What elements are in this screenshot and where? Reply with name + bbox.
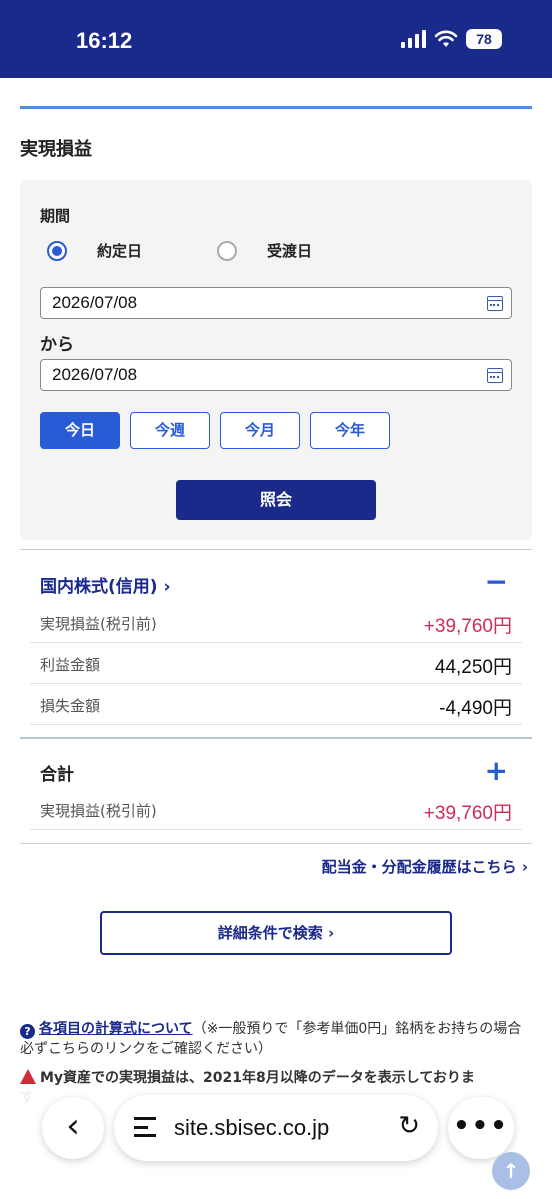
from-date-input[interactable]: 2026/07/08 (40, 287, 512, 319)
scroll-to-top-button[interactable]: ↑ (492, 1152, 530, 1190)
page-title: 実現損益 (20, 139, 92, 160)
status-icons: 78 (401, 29, 502, 49)
divider (20, 843, 532, 844)
table-row: 損失金額 -4,490円 (30, 685, 522, 725)
today-button[interactable]: 今日 (40, 412, 120, 449)
browser-toolbar: ‹ site.sbisec.co.jp ↻ ••• (0, 1085, 552, 1199)
wifi-icon (434, 30, 458, 47)
detail-search-button[interactable]: 詳細条件で検索 › (100, 911, 452, 955)
top-divider (20, 106, 532, 109)
status-time: 16:12 (76, 28, 133, 53)
row-label: 実現損益(税引前) (40, 802, 157, 820)
row-value: +39,760円 (423, 803, 512, 824)
reload-icon[interactable]: ↻ (398, 1111, 420, 1141)
this-month-button[interactable]: 今月 (220, 412, 300, 449)
more-button[interactable]: ••• (448, 1097, 514, 1159)
dividend-history-link[interactable]: 配当金・分配金履歴はこちら › (322, 856, 528, 877)
from-label: から (40, 335, 74, 355)
row-label: 利益金額 (40, 656, 101, 674)
to-date-value: 2026/07/08 (52, 365, 138, 384)
row-label: 実現損益(税引前) (40, 615, 157, 633)
from-date-value: 2026/07/08 (52, 293, 138, 312)
formula-note: ? 各項目の計算式について（※一般預りで「参考単価0円」銘柄をお持ちの場合必ずこち… (20, 1019, 532, 1059)
divider (20, 549, 532, 550)
warning-note-text: My資産での実現損益は、2021年8月以降のデータを表示しておりま (40, 1070, 475, 1086)
table-row: 実現損益(税引前) +39,760円 (30, 790, 522, 830)
url-text: site.sbisec.co.jp (174, 1115, 330, 1140)
more-dots-icon: ••• (453, 1111, 509, 1141)
period-label: 期間 (40, 207, 71, 225)
cellular-signal-icon (401, 30, 426, 48)
calendar-icon[interactable] (487, 296, 503, 311)
radio-unchecked-icon[interactable] (217, 240, 237, 261)
arrow-up-icon: ↑ (502, 1159, 520, 1183)
radio-checked-icon[interactable] (47, 240, 67, 261)
domestic-margin-link[interactable]: 国内株式(信用) › (40, 572, 170, 597)
row-value: -4,490円 (439, 698, 512, 719)
query-button[interactable]: 照会 (176, 480, 376, 520)
radio-trade-date-label: 約定日 (97, 242, 143, 260)
status-bar: 16:12 78 (0, 0, 552, 78)
radio-settlement-date-label: 受渡日 (267, 242, 313, 260)
this-year-button[interactable]: 今年 (310, 412, 390, 449)
tabs-icon[interactable] (134, 1117, 156, 1137)
question-icon: ? (20, 1024, 35, 1039)
back-button[interactable]: ‹ (42, 1097, 104, 1159)
formula-link[interactable]: 各項目の計算式について (39, 1021, 193, 1037)
period-panel: 期間 約定日 受渡日 2026/07/08 から 2026/07/08 今日 今… (20, 180, 532, 540)
collapse-minus-icon[interactable]: − (485, 568, 508, 596)
calendar-icon[interactable] (487, 368, 503, 383)
row-value: +39,760円 (423, 616, 512, 637)
divider (20, 737, 532, 739)
to-date-input[interactable]: 2026/07/08 (40, 359, 512, 391)
radio-trade-date[interactable]: 約定日 (47, 240, 142, 261)
radio-settlement-date[interactable]: 受渡日 (217, 240, 312, 261)
battery-icon: 78 (466, 29, 502, 49)
address-bar[interactable]: site.sbisec.co.jp ↻ (114, 1095, 438, 1161)
table-row: 利益金額 44,250円 (30, 644, 522, 684)
this-week-button[interactable]: 今週 (130, 412, 210, 449)
chevron-left-icon: ‹ (66, 1106, 80, 1146)
row-value: 44,250円 (434, 657, 512, 678)
warning-icon (20, 1069, 36, 1084)
row-label: 損失金額 (40, 697, 101, 715)
expand-plus-icon[interactable]: + (485, 757, 508, 785)
table-row: 実現損益(税引前) +39,760円 (30, 603, 522, 643)
total-title: 合計 (40, 765, 74, 785)
